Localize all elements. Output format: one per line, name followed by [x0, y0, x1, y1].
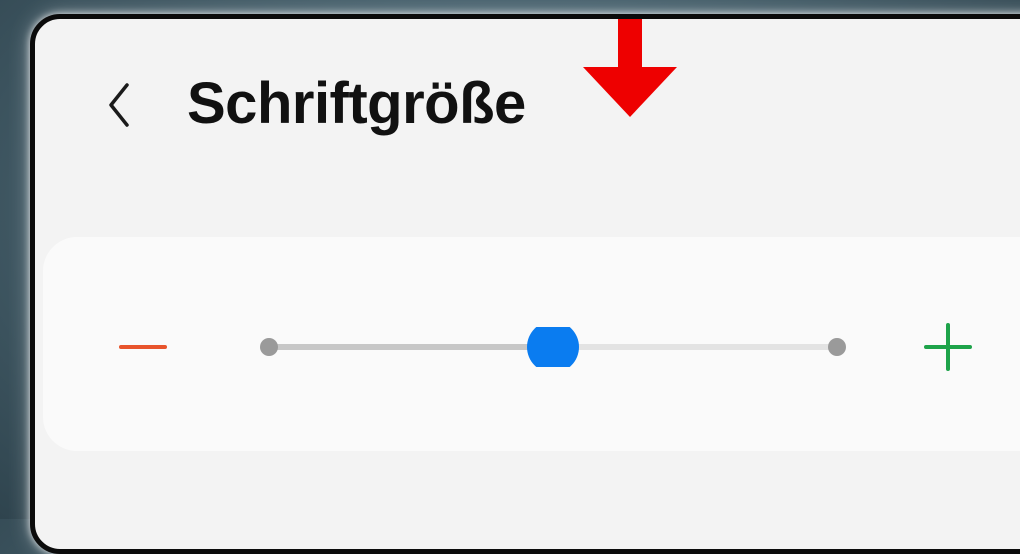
- slider-max-endpoint: [828, 338, 846, 356]
- plus-icon: [924, 323, 972, 371]
- minus-icon: [119, 345, 167, 349]
- font-size-card: [43, 237, 1020, 451]
- slider-min-endpoint: [260, 338, 278, 356]
- increase-font-size-button[interactable]: [918, 317, 978, 377]
- chevron-left-icon: [109, 83, 129, 127]
- header-bar: Schriftgröße: [35, 19, 1020, 189]
- font-size-slider[interactable]: [253, 327, 853, 367]
- decrease-font-size-button[interactable]: [113, 317, 173, 377]
- phone-screen: Schriftgröße: [30, 14, 1020, 554]
- page-title: Schriftgröße: [187, 71, 526, 136]
- slider-thumb[interactable]: [527, 327, 579, 367]
- back-button[interactable]: [97, 77, 141, 133]
